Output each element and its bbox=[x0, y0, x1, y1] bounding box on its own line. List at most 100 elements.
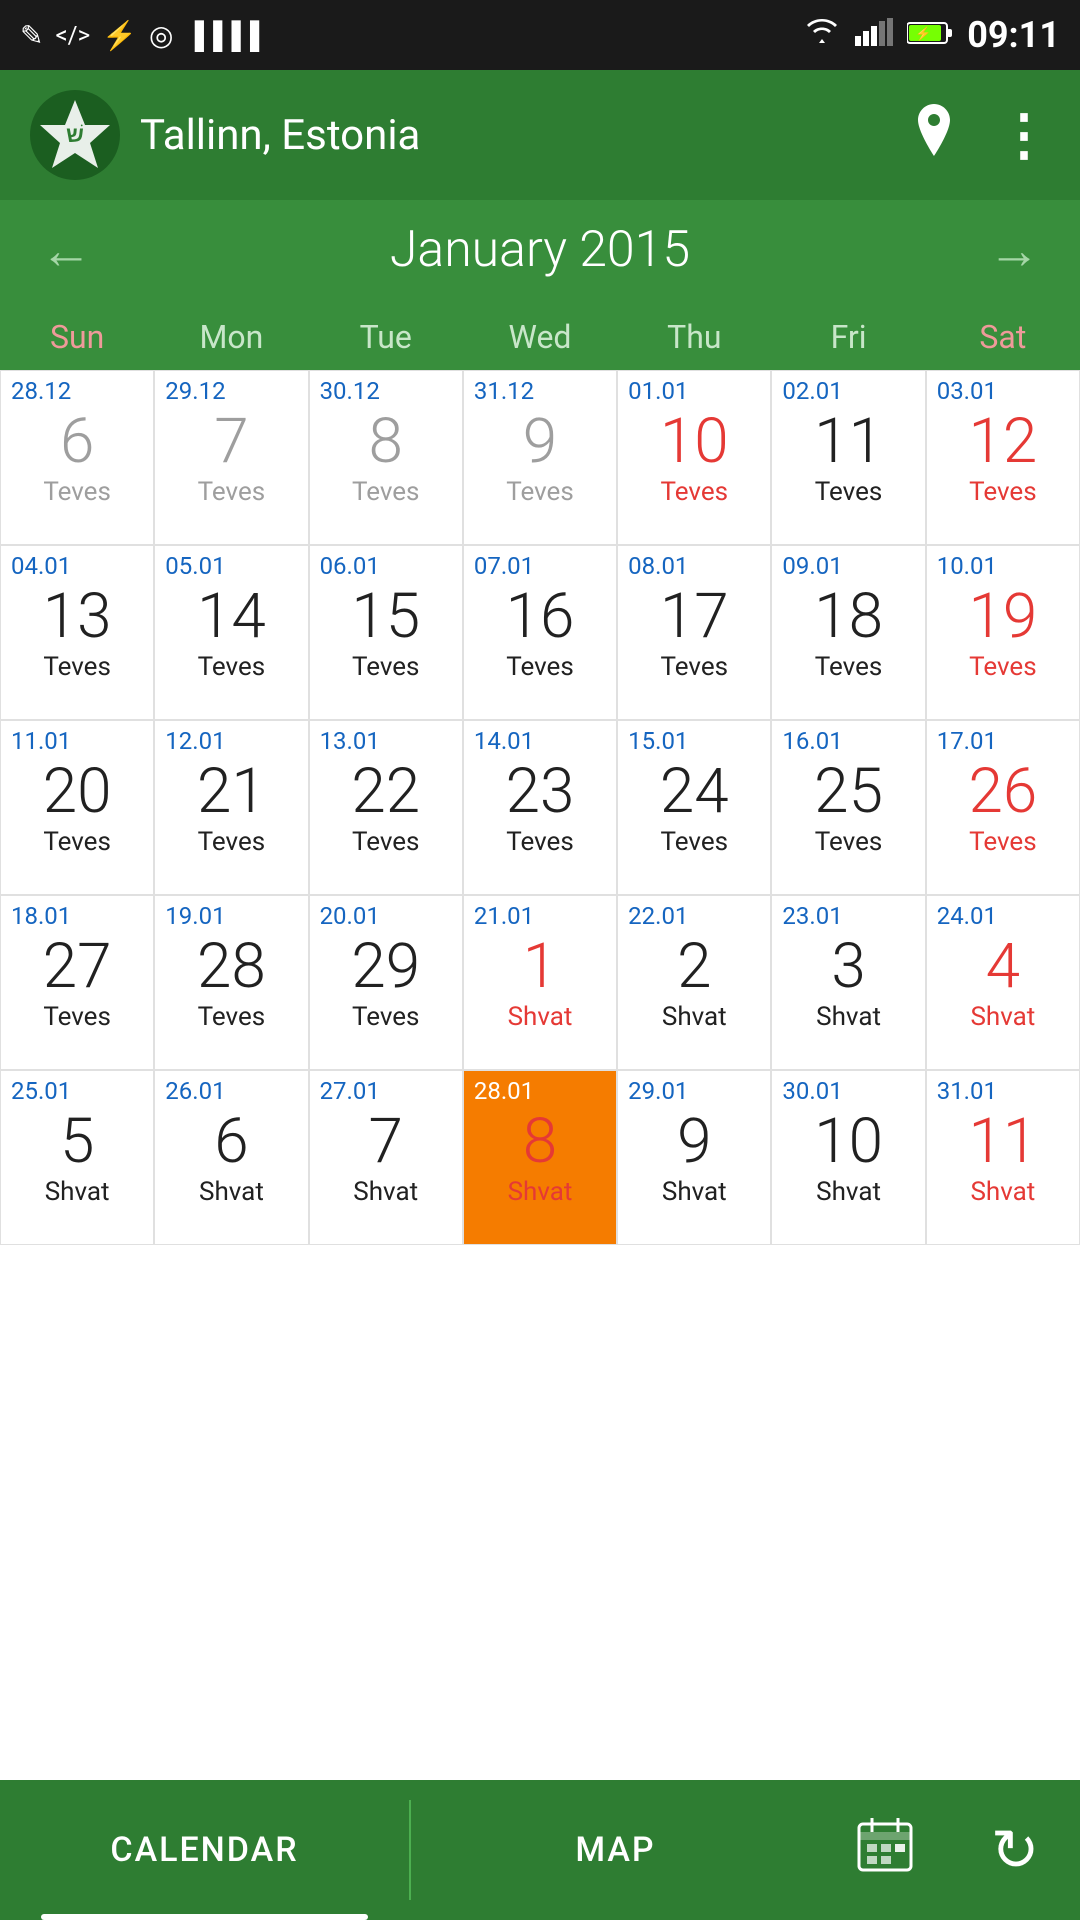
day-number: 19 bbox=[968, 586, 1037, 648]
day-cell[interactable]: 24.014Shvat bbox=[926, 895, 1080, 1070]
hebrew-label: Shvat bbox=[970, 1177, 1035, 1207]
day-cell[interactable]: 23.013Shvat bbox=[771, 895, 925, 1070]
day-cell[interactable]: 26.016Shvat bbox=[154, 1070, 308, 1245]
month-year-label: January 2015 bbox=[390, 221, 690, 279]
day-cell[interactable]: 20.0129Teves bbox=[309, 895, 463, 1070]
day-cell[interactable]: 21.01 1 Shvat bbox=[463, 895, 617, 1070]
gregorian-date: 20.01 bbox=[314, 902, 380, 930]
code-icon: </> bbox=[55, 21, 90, 49]
hebrew-label: Shvat bbox=[353, 1177, 418, 1207]
hebrew-label: Teves bbox=[506, 477, 574, 507]
hebrew-label: Shvat bbox=[508, 1002, 573, 1032]
hebrew-label: Teves bbox=[815, 827, 883, 857]
day-cell[interactable]: 31.01 11 Shvat bbox=[926, 1070, 1080, 1245]
app-logo: שׁ bbox=[30, 90, 120, 180]
weekday-wed: Wed bbox=[463, 300, 617, 370]
day-cell[interactable]: 28.018Shvat bbox=[463, 1070, 617, 1245]
gregorian-date: 31.01 bbox=[931, 1077, 997, 1105]
hebrew-label: Teves bbox=[969, 477, 1037, 507]
day-number: 11 bbox=[814, 411, 883, 473]
day-cell[interactable]: 11.0120Teves bbox=[0, 720, 154, 895]
day-number: 7 bbox=[214, 411, 248, 473]
day-number: 8 bbox=[369, 411, 403, 473]
gregorian-date: 22.01 bbox=[622, 902, 688, 930]
more-menu-icon[interactable]: ⋮ bbox=[996, 102, 1050, 168]
day-cell[interactable]: 01.0110Teves bbox=[617, 370, 771, 545]
clock-icon: ◎ bbox=[149, 19, 173, 52]
gregorian-date: 13.01 bbox=[314, 727, 380, 755]
day-number: 1 bbox=[523, 936, 557, 998]
barcode-icon: ▐▐▐▐ bbox=[185, 20, 259, 51]
day-number: 29 bbox=[351, 936, 420, 998]
day-cell[interactable]: 29.019Shvat bbox=[617, 1070, 771, 1245]
prev-month-button[interactable]: ← bbox=[40, 220, 92, 281]
hebrew-label: Teves bbox=[352, 652, 420, 682]
gregorian-date: 02.01 bbox=[776, 377, 842, 405]
map-tab[interactable]: MAP bbox=[411, 1780, 820, 1920]
day-cell[interactable]: 15.0124Teves bbox=[617, 720, 771, 895]
hebrew-label: Teves bbox=[198, 1002, 266, 1032]
day-number: 9 bbox=[523, 411, 557, 473]
gregorian-date: 06.01 bbox=[314, 552, 380, 580]
hebrew-label: Teves bbox=[506, 827, 574, 857]
day-cell[interactable]: 30.12 8 Teves bbox=[309, 370, 463, 545]
calendar-icon-tab[interactable] bbox=[820, 1780, 950, 1920]
gregorian-date: 17.01 bbox=[931, 727, 997, 755]
day-cell[interactable]: 10.0119Teves bbox=[926, 545, 1080, 720]
day-cell[interactable]: 14.0123Teves bbox=[463, 720, 617, 895]
day-cell[interactable]: 03.0112Teves bbox=[926, 370, 1080, 545]
day-cell[interactable]: 06.0115Teves bbox=[309, 545, 463, 720]
battery-icon: ⚡ bbox=[907, 19, 953, 52]
day-cell[interactable]: 18.0127Teves bbox=[0, 895, 154, 1070]
day-number: 16 bbox=[506, 586, 575, 648]
day-cell[interactable]: 19.0128Teves bbox=[154, 895, 308, 1070]
day-cell[interactable]: 07.0116Teves bbox=[463, 545, 617, 720]
day-cell[interactable]: 16.0125Teves bbox=[771, 720, 925, 895]
gregorian-date: 28.12 bbox=[5, 377, 71, 405]
gregorian-date: 30.12 bbox=[314, 377, 380, 405]
day-cell[interactable]: 08.0117Teves bbox=[617, 545, 771, 720]
hebrew-label: Teves bbox=[352, 477, 420, 507]
gregorian-date: 04.01 bbox=[5, 552, 71, 580]
day-number: 10 bbox=[660, 411, 729, 473]
hebrew-label: Teves bbox=[815, 477, 883, 507]
svg-text:שׁ: שׁ bbox=[66, 123, 84, 148]
hebrew-label: Teves bbox=[352, 827, 420, 857]
weekday-thu: Thu bbox=[617, 300, 771, 370]
refresh-icon-tab[interactable]: ↻ bbox=[950, 1780, 1080, 1920]
hebrew-label: Teves bbox=[198, 652, 266, 682]
day-number: 22 bbox=[351, 761, 420, 823]
day-cell[interactable]: 09.0118Teves bbox=[771, 545, 925, 720]
day-cell[interactable]: 17.0126Teves bbox=[926, 720, 1080, 895]
calendar-icon bbox=[857, 1816, 913, 1885]
day-cell[interactable]: 25.015Shvat bbox=[0, 1070, 154, 1245]
day-cell[interactable]: 12.0121Teves bbox=[154, 720, 308, 895]
day-number: 11 bbox=[968, 1111, 1037, 1173]
day-cell[interactable]: 02.01 11 Teves bbox=[771, 370, 925, 545]
gregorian-date: 05.01 bbox=[159, 552, 225, 580]
day-cell[interactable]: 04.0113Teves bbox=[0, 545, 154, 720]
gregorian-date: 27.01 bbox=[314, 1077, 380, 1105]
day-number: 6 bbox=[214, 1111, 248, 1173]
next-month-button[interactable]: → bbox=[988, 220, 1040, 281]
status-icons-left: ✎ </> ⚡ ◎ ▐▐▐▐ bbox=[20, 19, 259, 52]
calendar-tab[interactable]: CALENDAR bbox=[0, 1780, 409, 1920]
status-icons-right: ⚡ 09:11 bbox=[803, 14, 1060, 56]
day-cell[interactable]: 22.012Shvat bbox=[617, 895, 771, 1070]
day-cell[interactable]: 30.0110Shvat bbox=[771, 1070, 925, 1245]
day-cell[interactable]: 31.129Teves bbox=[463, 370, 617, 545]
day-number: 10 bbox=[814, 1111, 883, 1173]
day-cell[interactable]: 27.017Shvat bbox=[309, 1070, 463, 1245]
day-number: 28 bbox=[197, 936, 266, 998]
day-cell[interactable]: 29.127Teves bbox=[154, 370, 308, 545]
gregorian-date: 12.01 bbox=[159, 727, 225, 755]
day-number: 6 bbox=[60, 411, 94, 473]
gregorian-date: 21.01 bbox=[468, 902, 534, 930]
location-icon[interactable] bbox=[912, 104, 956, 167]
day-cell[interactable]: 13.01 22 Teves bbox=[309, 720, 463, 895]
calendar-nav: ← January 2015 → bbox=[0, 200, 1080, 300]
day-cell[interactable]: 05.0114Teves bbox=[154, 545, 308, 720]
hebrew-label: Teves bbox=[661, 827, 729, 857]
day-cell[interactable]: 28.126Teves bbox=[0, 370, 154, 545]
day-number: 8 bbox=[523, 1111, 557, 1173]
